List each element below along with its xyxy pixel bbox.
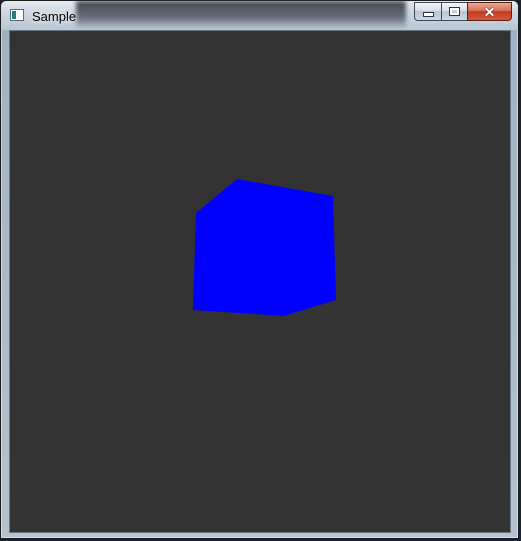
title-bar[interactable]: Sample ✕ xyxy=(1,1,518,30)
caption-buttons: ✕ xyxy=(414,2,512,22)
minimize-button[interactable] xyxy=(414,2,441,21)
app-window: Sample ✕ xyxy=(0,0,519,539)
close-icon: ✕ xyxy=(483,3,496,20)
maximize-button[interactable] xyxy=(441,2,467,21)
window-app-icon[interactable] xyxy=(10,9,24,21)
cube-shape xyxy=(193,179,336,316)
window-title: Sample xyxy=(32,9,77,24)
render-canvas[interactable] xyxy=(9,30,511,533)
close-button[interactable]: ✕ xyxy=(467,2,512,21)
maximize-icon xyxy=(449,7,460,16)
minimize-icon xyxy=(422,12,434,17)
title-bar-glass xyxy=(76,1,406,29)
cube-viewport xyxy=(193,179,336,316)
